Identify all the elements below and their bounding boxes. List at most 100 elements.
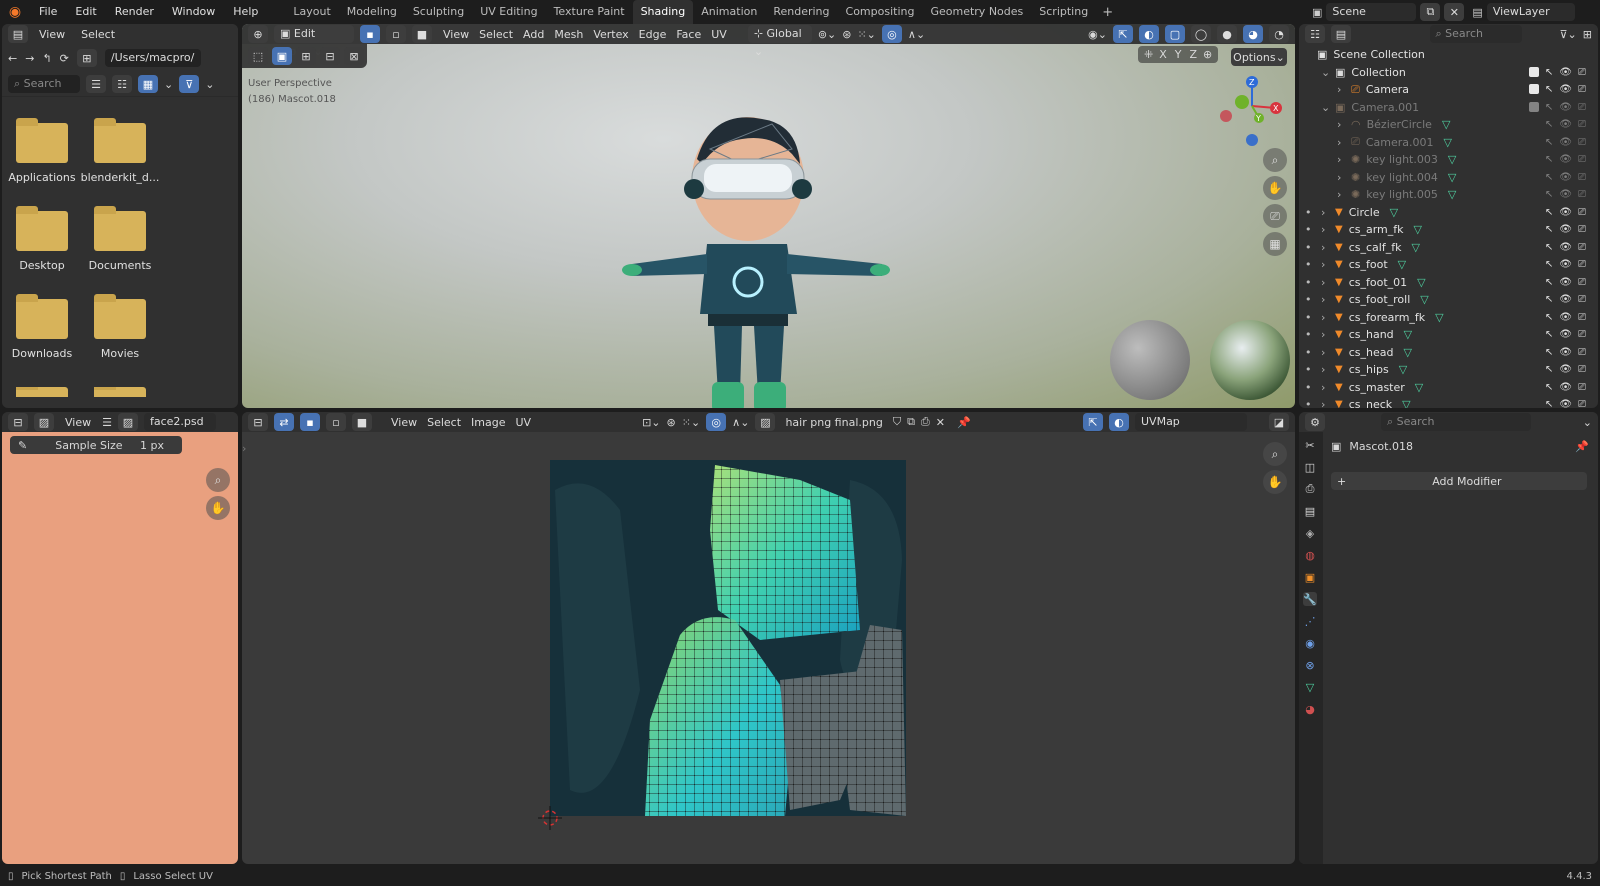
blender-logo-icon[interactable]: ◉ [0,4,30,20]
add-modifier-button[interactable]: + Add Modifier [1331,472,1587,490]
select-new-icon[interactable]: ▣ [272,47,292,65]
mesh-data-icon[interactable]: ▽ [1411,241,1419,254]
eye-icon[interactable]: 👁 [1559,154,1572,165]
mesh-data-icon[interactable]: ▽ [1403,346,1411,359]
expand-chevron-icon[interactable]: › [1321,241,1335,254]
gizmo-icon[interactable]: ⇱ [1113,25,1133,43]
outliner-row[interactable]: • › ▼ Circle ▽ ↖ 👁 ⎚ [1303,204,1594,222]
expand-chevron-icon[interactable]: › [1321,258,1335,271]
mesh-data-icon[interactable]: ▽ [1414,223,1422,236]
expand-chevron-icon[interactable]: › [1321,346,1335,359]
expand-chevron-icon[interactable]: › [1321,206,1335,219]
camera-view-icon[interactable]: ⎚ [1263,204,1287,228]
viewport-menu-mesh[interactable]: Mesh [549,28,588,41]
select-toggle-icon[interactable]: ↖ [1545,399,1553,408]
eye-icon[interactable]: 👁 [1559,329,1572,340]
render-camera-icon[interactable]: ⎚ [1578,154,1586,165]
select-toggle-icon[interactable]: ↖ [1545,329,1553,340]
mascot-character[interactable] [622,104,892,408]
render-camera-icon[interactable]: ⎚ [1578,102,1586,113]
uv-image-name[interactable]: hair png final.png [781,416,886,429]
select-toggle-icon[interactable]: ↖ [1545,119,1553,130]
render-camera-icon[interactable]: ⎚ [1578,294,1586,305]
properties-search-input[interactable]: ⌕ Search [1381,413,1531,431]
select-extend-icon[interactable]: ⊞ [296,47,316,65]
exclude-checkbox[interactable] [1528,101,1539,112]
face-select-icon[interactable]: ■ [412,25,432,43]
outliner-row[interactable]: › ◠ BézierCircle ▽ ↖ 👁 ⎚ [1303,116,1594,134]
select-toggle-icon[interactable]: ↖ [1545,277,1553,288]
render-camera-icon[interactable]: ⎚ [1578,399,1586,408]
uv-menu-view[interactable]: View [386,416,422,429]
select-toggle-icon[interactable]: ↖ [1545,137,1553,148]
parent-dir-icon[interactable]: ↰ [42,52,51,65]
falloff-icon[interactable]: ∧⌄ [908,28,925,41]
snap-icon[interactable]: ⊛ [667,416,676,429]
select-toggle-icon[interactable]: ↖ [1545,347,1553,358]
expand-chevron-icon[interactable]: › [1321,328,1335,341]
mesh-data-icon[interactable]: ▽ [1402,398,1410,408]
viewport-menu-select[interactable]: Select [474,28,518,41]
mode-selector[interactable]: ▣ Edit Mode ⌄ [274,25,354,58]
tab-layout[interactable]: Layout [285,0,338,24]
uv-menu-select[interactable]: Select [422,416,466,429]
outliner-row[interactable]: • › ▼ cs_calf_fk ▽ ↖ 👁 ⎚ [1303,239,1594,257]
render-camera-icon[interactable]: ⎚ [1578,347,1586,358]
menu-file[interactable]: File [30,0,66,24]
mesh-data-icon[interactable]: ▽ [1442,118,1450,131]
eye-icon[interactable]: 👁 [1559,242,1572,253]
menu-render[interactable]: Render [106,0,163,24]
outliner-row[interactable]: • › ▼ cs_forearm_fk ▽ ↖ 👁 ⎚ [1303,309,1594,327]
fb-menu-select[interactable]: Select [76,28,120,41]
eye-icon[interactable]: 👁 [1559,382,1572,393]
list-view-icon[interactable]: ☰ [86,75,106,93]
viewport-menu-view[interactable]: View [438,28,474,41]
select-toggle-icon[interactable]: ↖ [1545,154,1553,165]
render-camera-icon[interactable]: ⎚ [1578,242,1586,253]
tab-compositing[interactable]: Compositing [838,0,923,24]
pin-icon[interactable]: 📌 [1575,440,1589,453]
render-camera-icon[interactable]: ⎚ [1578,119,1586,130]
object-tab-icon[interactable]: ▣ [1303,570,1317,584]
outliner-row[interactable]: › ✺ key light.004 ▽ ↖ 👁 ⎚ [1303,169,1594,187]
outliner-row[interactable]: • › ▼ cs_head ▽ ↖ 👁 ⎚ [1303,344,1594,362]
tab-rendering[interactable]: Rendering [765,0,837,24]
grid-view-icon[interactable]: ▦ [138,75,158,93]
modifier-tab-icon[interactable]: 🔧 [1303,592,1317,606]
expand-chevron-icon[interactable]: › [1337,153,1351,166]
eye-icon[interactable]: 👁 [1559,207,1572,218]
chevron-down-icon[interactable]: ⌄ [205,78,214,91]
scene-tab-icon[interactable]: ◈ [1303,526,1317,540]
options-button[interactable]: Options ⌄ [1231,48,1287,66]
viewlayer-selector[interactable]: ViewLayer [1486,3,1575,21]
proportional-edit-icon[interactable]: ◎ [706,413,727,431]
snap-grid-icon[interactable]: ⁙⌄ [682,416,700,429]
expand-chevron-icon[interactable]: › [1337,188,1351,201]
expand-chevron-icon[interactable]: ⌄ [1321,101,1335,114]
eye-icon[interactable]: 👁 [1559,347,1572,358]
file-item[interactable] [2,387,82,397]
list-view-2-icon[interactable]: ☷ [112,75,132,93]
mesh-data-icon[interactable]: ▽ [1398,258,1406,271]
viewport-menu-edge[interactable]: Edge [634,28,672,41]
render-camera-icon[interactable]: ⎚ [1578,189,1586,200]
uv-menu-image[interactable]: Image [466,416,510,429]
filter-icon[interactable]: ⊽⌄ [1560,28,1577,41]
menu-window[interactable]: Window [163,0,224,24]
outliner-row[interactable]: • › ▼ cs_foot ▽ ↖ 👁 ⎚ [1303,256,1594,274]
expand-chevron-icon[interactable]: › [1337,136,1351,149]
tab-texture-paint[interactable]: Texture Paint [546,0,633,24]
render-tab-icon[interactable]: ◫ [1303,460,1317,474]
expand-chevron-icon[interactable]: ⌄ [1321,66,1335,79]
expand-chevron-icon[interactable]: › [1337,83,1351,96]
file-item[interactable]: Downloads [2,294,82,360]
expand-chevron-icon[interactable]: › [1337,171,1351,184]
expand-chevron-icon[interactable]: › [1321,276,1335,289]
wireframe-shading-icon[interactable]: ◯ [1191,25,1211,43]
ortho-grid-icon[interactable]: ▦ [1263,232,1287,256]
viewport-menu-vertex[interactable]: Vertex [588,28,633,41]
new-folder-icon[interactable]: ⊞ [76,49,97,67]
select-toggle-icon[interactable]: ↖ [1545,224,1553,235]
mesh-data-icon[interactable]: ▽ [1420,293,1428,306]
eye-icon[interactable]: 👁 [1559,364,1572,375]
